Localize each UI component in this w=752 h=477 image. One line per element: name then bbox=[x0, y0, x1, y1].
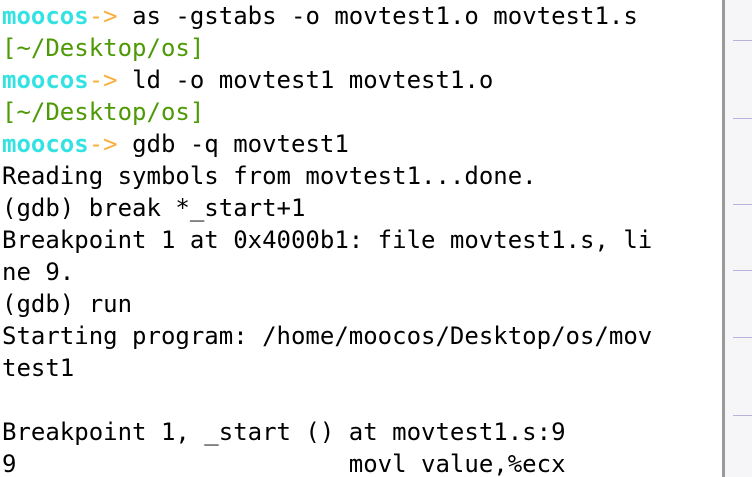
screenshot: moocos-> as -gstabs -o movtest1.o movtes… bbox=[0, 0, 752, 477]
cwd-text: [~/Desktop/os] bbox=[2, 98, 205, 126]
side-rule bbox=[733, 337, 752, 338]
command-line: moocos-> ld -o movtest1 movtest1.o bbox=[2, 64, 652, 96]
side-rule bbox=[733, 204, 752, 205]
output-line: 9 movl value,%ecx bbox=[2, 450, 566, 477]
side-rule bbox=[733, 270, 752, 271]
command-text: gdb -q movtest1 bbox=[132, 130, 349, 158]
output-line: Breakpoint 1 at 0x4000b1: file movtest1.… bbox=[2, 226, 653, 254]
side-rule bbox=[733, 415, 752, 416]
prompt-arrow: -> bbox=[88, 2, 118, 30]
output-line: Starting program: /home/moocos/Desktop/o… bbox=[2, 322, 653, 350]
prompt-username: moocos bbox=[2, 2, 89, 30]
prompt-username: moocos bbox=[2, 130, 89, 158]
terminal-window[interactable]: moocos-> as -gstabs -o movtest1.o movtes… bbox=[0, 0, 722, 477]
cwd-text: [~/Desktop/os] bbox=[2, 34, 205, 62]
terminal-output: moocos-> as -gstabs -o movtest1.o movtes… bbox=[2, 0, 652, 477]
command-text: ld -o movtest1 movtest1.o bbox=[132, 66, 494, 94]
command-line: moocos-> gdb -q movtest1 bbox=[2, 128, 652, 160]
output-line: test1 bbox=[2, 354, 75, 382]
output-line: (gdb) run bbox=[2, 290, 133, 318]
side-rule bbox=[733, 40, 752, 41]
output-line: Reading symbols from movtest1...done. bbox=[2, 162, 537, 190]
output-line: ne 9. bbox=[2, 258, 75, 286]
cwd-line: [~/Desktop/os] bbox=[2, 32, 652, 64]
cwd-line: [~/Desktop/os] bbox=[2, 96, 652, 128]
output-line: Breakpoint 1, _start () at movtest1.s:9 bbox=[2, 418, 566, 446]
side-rule bbox=[733, 118, 752, 119]
command-line: moocos-> as -gstabs -o movtest1.o movtes… bbox=[2, 0, 652, 32]
prompt-arrow: -> bbox=[88, 130, 118, 158]
prompt-arrow: -> bbox=[88, 66, 118, 94]
output-line: (gdb) break *_start+1 bbox=[2, 194, 306, 222]
command-text: as -gstabs -o movtest1.o movtest1.s bbox=[132, 2, 638, 30]
prompt-username: moocos bbox=[2, 66, 89, 94]
side-panel bbox=[725, 0, 752, 477]
